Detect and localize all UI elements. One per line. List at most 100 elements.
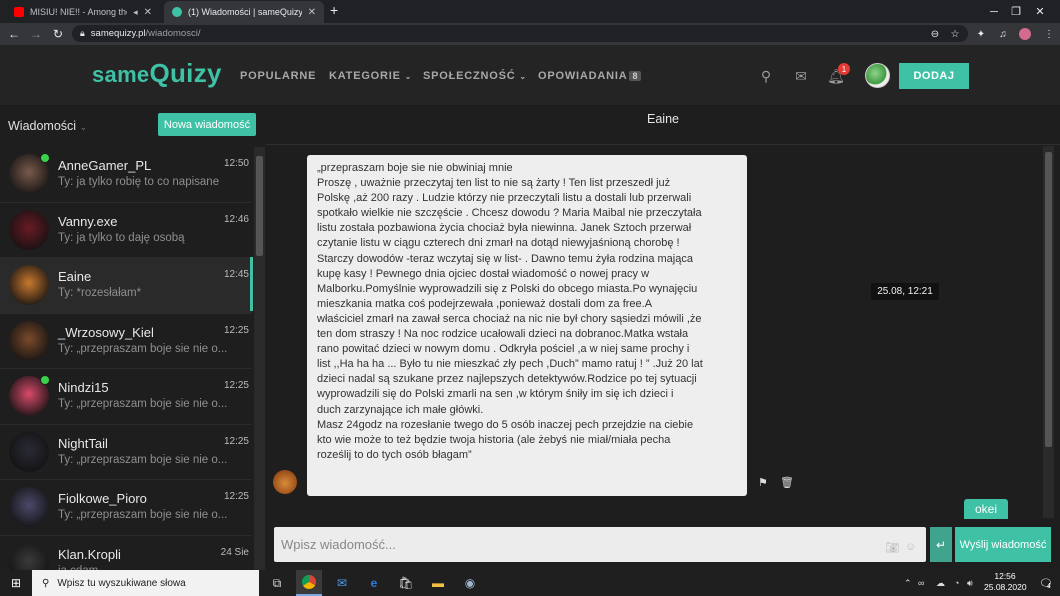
volume-icon[interactable]: 🔊︎ xyxy=(967,570,973,596)
address-bar[interactable]: 🔒︎ samequizy.pl/wiadomosci/ xyxy=(72,25,968,42)
speaker-icon: ◂ xyxy=(133,6,138,17)
online-status-dot xyxy=(40,153,50,163)
conversation-item[interactable]: Vanny.exe Ty: ja tylko to daję osobą 12:46 xyxy=(0,203,252,258)
tray-devices-icon[interactable]: ∞ xyxy=(918,570,924,596)
mail-icon[interactable]: ✉ xyxy=(791,66,811,86)
nav-popularne[interactable]: POPULARNE xyxy=(240,70,316,82)
browser-menu-icon[interactable]: ⋮ xyxy=(1040,24,1058,44)
conversation-name: Klan.Kropli xyxy=(58,546,121,562)
logo-part-quizy: Quizy xyxy=(149,58,222,88)
trash-icon[interactable]: 🗑︎ xyxy=(780,476,794,489)
conversation-item[interactable]: AnneGamer_PL Ty: ja tylko robię to co nap… xyxy=(0,147,252,203)
enter-toggle-button[interactable]: ↵ xyxy=(930,527,952,562)
user-avatar[interactable] xyxy=(865,63,890,88)
message-line: wyprowadzili się do Polski zmarli na sen… xyxy=(317,388,674,401)
conversation-avatar[interactable] xyxy=(9,320,49,361)
sender-avatar[interactable] xyxy=(273,470,297,494)
close-tab-icon[interactable]: ✕ xyxy=(144,7,152,18)
message-line: kto wie może to też będzie twoja histori… xyxy=(317,433,671,446)
conversation-time: 12:50 xyxy=(223,158,249,169)
conversation-name: Vanny.exe xyxy=(58,213,118,229)
bookmark-star-icon[interactable]: ☆ xyxy=(946,24,964,44)
profile-avatar-icon[interactable] xyxy=(1016,24,1034,44)
taskbar-search[interactable]: ⚲ Wpisz tu wyszukiwane słowa xyxy=(32,570,259,596)
nav-opowiadania[interactable]: OPOWIADANIA 8 xyxy=(538,70,642,82)
conversation-avatar[interactable] xyxy=(9,209,49,250)
action-center-icon[interactable]: 🗨︎ 4 xyxy=(1032,570,1058,596)
media-control-icon[interactable]: ♫ xyxy=(994,24,1012,44)
camera-icon[interactable]: 📷︎ xyxy=(885,541,899,554)
conversation-preview: Ty: ja tylko robię to co napisane xyxy=(58,176,220,188)
site-logo[interactable]: sameQuizy xyxy=(92,58,222,89)
browser-tab-youtube[interactable]: MISIU! NIE!! - Among the Sle ◂ ✕ xyxy=(6,1,160,23)
message-line: mieszkania matka coś podejrzewała ,ponie… xyxy=(317,297,653,310)
emoji-icon[interactable]: ☺ xyxy=(905,541,916,553)
conversation-name: NightTail xyxy=(58,435,108,451)
message-line: spotkało wielkie nie szczęście . Chcesz … xyxy=(317,207,702,220)
taskbar-clock[interactable]: 12:56 25.08.2020 xyxy=(984,571,1027,593)
chrome-icon[interactable] xyxy=(296,570,322,596)
conversation-preview: Ty: ja tylko to daję osobą xyxy=(58,231,185,244)
windows-start-icon[interactable]: ⊞ xyxy=(0,570,32,596)
conversation-item[interactable]: _Wrzosowy_Kiel Ty: „przepraszam boje sie … xyxy=(0,314,252,369)
conversation-preview: Ty: „przepraszam boje sie nie o... xyxy=(58,453,228,466)
conversation-preview: Ty: *rozesłałam* xyxy=(58,287,142,299)
chat-scrollbar-thumb[interactable] xyxy=(1045,152,1052,447)
zoom-icon[interactable]: ⊖ xyxy=(926,24,944,44)
message-line: dzieci nadal są szukane przez najlepszyc… xyxy=(317,373,697,386)
store-icon[interactable]: 🛍︎ xyxy=(393,570,419,596)
conversation-item[interactable]: Klan.Kroplija cdam24 Sie xyxy=(0,536,252,570)
new-tab-button[interactable]: + xyxy=(330,2,338,18)
messages-title: Wiadomości xyxy=(8,119,77,133)
message-line: rano powitać dzieci w nowym domu . Odkry… xyxy=(317,343,690,356)
message-input[interactable] xyxy=(274,527,926,562)
conversation-name: _Wrzosowy_Kiel xyxy=(58,324,154,340)
conversation-avatar[interactable] xyxy=(9,487,49,527)
nav-spolecznosc[interactable]: SPOŁECZNOŚĆ ⌄ xyxy=(423,70,527,82)
tray-chevron-icon[interactable]: ⌃ xyxy=(904,570,912,596)
conversation-item[interactable]: Fiolkowe_Pioro Ty: „przepraszam boje sie … xyxy=(0,480,252,536)
back-icon[interactable]: ← xyxy=(4,23,24,45)
forward-icon[interactable]: → xyxy=(26,23,46,45)
conversation-preview: Ty: „przepraszam boje sie nie o... xyxy=(58,342,228,355)
conversation-item[interactable]: NightTail Ty: „przepraszam boje sie nie o… xyxy=(0,425,252,480)
conversation-item[interactable]: Nindzi15 Ty: „przepraszam boje sie nie o.… xyxy=(0,369,252,425)
task-view-icon[interactable]: ⧉ xyxy=(264,570,290,596)
message-line: czytanie listu w ciągu czterech dni zmar… xyxy=(317,237,680,250)
conversation-time: 12:25 xyxy=(223,324,249,336)
onedrive-icon[interactable]: ☁ xyxy=(936,570,945,596)
conversation-scrollbar-thumb[interactable] xyxy=(256,156,263,256)
conversation-avatar[interactable] xyxy=(9,431,49,472)
browser-tab-samequizy[interactable]: (1) Wiadomości | sameQuizy ✕ xyxy=(164,1,324,23)
taskbar-search-placeholder: Wpisz tu wyszukiwane słowa xyxy=(57,577,186,589)
notification-badge: 1 xyxy=(838,63,850,75)
mail-app-icon[interactable]: ✉ xyxy=(329,570,355,596)
close-tab-icon[interactable]: ✕ xyxy=(308,7,316,18)
conversation-avatar[interactable] xyxy=(9,542,49,570)
add-button[interactable]: DODAJ xyxy=(899,63,969,89)
edge-icon[interactable]: e xyxy=(361,570,387,596)
nav-label: OPOWIADANIA xyxy=(538,70,628,82)
clock-time: 12:56 xyxy=(994,571,1016,581)
send-message-button[interactable]: Wyślij wiadomość xyxy=(955,527,1051,562)
extensions-icon[interactable]: ✦ xyxy=(972,24,990,44)
message-line: Proszę , uważnie przeczytaj ten list to … xyxy=(317,177,671,190)
clock-date: 25.08.2020 xyxy=(984,582,1027,592)
file-explorer-icon[interactable]: ▬ xyxy=(425,570,451,596)
lock-icon: 🔒︎ xyxy=(80,28,85,38)
selected-indicator xyxy=(250,257,253,311)
wifi-icon[interactable]: ◔ xyxy=(954,570,959,596)
reload-icon[interactable]: ↻ xyxy=(48,23,68,45)
close-window-icon[interactable]: ✕ xyxy=(1018,0,1060,23)
new-message-button[interactable]: Nowa wiadomość xyxy=(158,113,256,136)
flag-icon[interactable]: ⚑ xyxy=(758,476,768,489)
reply-bubble: okei xyxy=(964,499,1008,519)
conversation-avatar[interactable] xyxy=(9,265,49,305)
logo-part-same: same xyxy=(92,62,150,87)
messages-dropdown[interactable]: Wiadomości ⌄ xyxy=(8,119,87,133)
search-icon[interactable]: ⚲ xyxy=(756,66,776,86)
nav-kategorie[interactable]: KATEGORIE ⌄ xyxy=(329,70,412,82)
conversation-item[interactable]: Eaine Ty: *rozesłałam* 12:45 xyxy=(0,258,252,314)
message-line: kupę kasy ! Pewnego dnia ojciec dostał w… xyxy=(317,267,650,280)
steam-icon[interactable]: ◉ xyxy=(457,570,483,596)
